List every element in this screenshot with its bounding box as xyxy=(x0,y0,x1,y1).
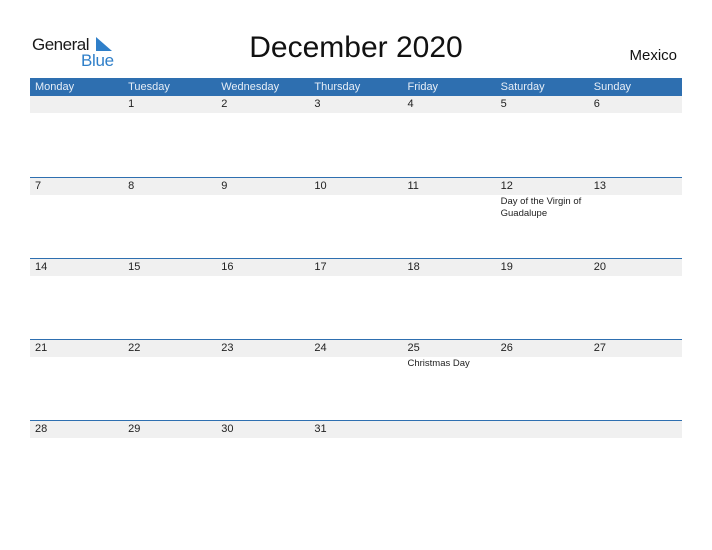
day-cell: 11 xyxy=(403,178,496,258)
day-cell: 5 xyxy=(496,96,589,177)
weekday-tuesday: Tuesday xyxy=(128,81,170,93)
day-number: 26 xyxy=(500,342,513,354)
week-row: 7 8 9 10 11 12 Day of the Virgin of Guadalupe 1… xyxy=(30,177,682,258)
country-label: Mexico xyxy=(629,47,677,64)
day-cell: 20 xyxy=(589,259,682,339)
week-row: 28 29 30 31 xyxy=(30,420,682,501)
day-cell: 23 xyxy=(216,340,309,420)
day-number: 13 xyxy=(593,180,606,192)
day-number: 27 xyxy=(593,342,606,354)
day-cell: 2 xyxy=(216,96,309,177)
day-cell: 29 xyxy=(123,421,216,501)
day-cell: 15 xyxy=(123,259,216,339)
day-number: 8 xyxy=(128,180,135,192)
day-cell: 16 xyxy=(216,259,309,339)
day-cell: 13 xyxy=(589,178,682,258)
day-cell: 22 xyxy=(123,340,216,420)
day-cell: 17 xyxy=(309,259,402,339)
day-number: 31 xyxy=(314,423,327,435)
day-number: 2 xyxy=(221,98,228,110)
day-number: 21 xyxy=(35,342,48,354)
day-cell: 31 xyxy=(309,421,402,501)
day-cell xyxy=(589,421,682,501)
day-number: 7 xyxy=(35,180,42,192)
holiday-label: Christmas Day xyxy=(407,358,470,369)
calendar-grid: 1 2 3 4 5 6 7 8 9 10 11 12 Day of the Virgin of Guad… xyxy=(30,96,682,501)
weekday-wednesday: Wednesday xyxy=(221,81,280,93)
week-row: 21 22 23 24 25 Christmas Day 26 27 xyxy=(30,339,682,420)
day-number: 10 xyxy=(314,180,327,192)
day-number: 29 xyxy=(128,423,141,435)
day-number: 3 xyxy=(314,98,321,110)
day-number: 23 xyxy=(221,342,234,354)
day-cell xyxy=(30,96,123,177)
day-cell: 25 Christmas Day xyxy=(403,340,496,420)
day-cell: 28 xyxy=(30,421,123,501)
day-cell: 26 xyxy=(496,340,589,420)
day-cell: 24 xyxy=(309,340,402,420)
day-number: 15 xyxy=(128,261,141,273)
day-number: 19 xyxy=(500,261,513,273)
day-number: 17 xyxy=(314,261,327,273)
day-cell: 3 xyxy=(309,96,402,177)
day-number: 11 xyxy=(407,180,419,192)
day-number: 22 xyxy=(128,342,141,354)
day-number: 6 xyxy=(593,98,600,110)
day-cell: 21 xyxy=(30,340,123,420)
day-cell: 7 xyxy=(30,178,123,258)
day-cell: 6 xyxy=(589,96,682,177)
day-cell: 30 xyxy=(216,421,309,501)
week-row: 14 15 16 17 18 19 20 xyxy=(30,258,682,339)
day-cell: 12 Day of the Virgin of Guadalupe xyxy=(496,178,589,258)
day-cell: 9 xyxy=(216,178,309,258)
day-cell: 1 xyxy=(123,96,216,177)
weekday-friday: Friday xyxy=(407,81,439,93)
weekday-thursday: Thursday xyxy=(314,81,361,93)
weekday-header: Monday Tuesday Wednesday Thursday Friday… xyxy=(30,78,682,96)
day-number: 28 xyxy=(35,423,48,435)
day-number: 12 xyxy=(500,180,513,192)
holiday-label: Day of the Virgin of Guadalupe xyxy=(500,196,582,219)
day-cell: 10 xyxy=(309,178,402,258)
day-number: 1 xyxy=(128,98,135,110)
calendar-title: December 2020 xyxy=(249,31,463,64)
day-cell: 8 xyxy=(123,178,216,258)
day-number: 30 xyxy=(221,423,234,435)
day-number: 16 xyxy=(221,261,234,273)
day-cell: 14 xyxy=(30,259,123,339)
day-cell xyxy=(496,421,589,501)
day-number: 4 xyxy=(407,98,414,110)
week-row: 1 2 3 4 5 6 xyxy=(30,96,682,177)
day-cell: 18 xyxy=(403,259,496,339)
day-number: 5 xyxy=(500,98,507,110)
day-number: 24 xyxy=(314,342,327,354)
weekday-sunday: Sunday xyxy=(593,81,632,93)
day-number: 14 xyxy=(35,261,48,273)
weekday-monday: Monday xyxy=(35,81,75,93)
day-cell: 4 xyxy=(403,96,496,177)
day-number: 9 xyxy=(221,180,228,192)
day-number: 25 xyxy=(407,342,420,354)
day-cell xyxy=(403,421,496,501)
day-number: 18 xyxy=(407,261,420,273)
weekday-saturday: Saturday xyxy=(500,81,545,93)
day-number: 20 xyxy=(593,261,606,273)
day-cell: 19 xyxy=(496,259,589,339)
day-cell: 27 xyxy=(589,340,682,420)
